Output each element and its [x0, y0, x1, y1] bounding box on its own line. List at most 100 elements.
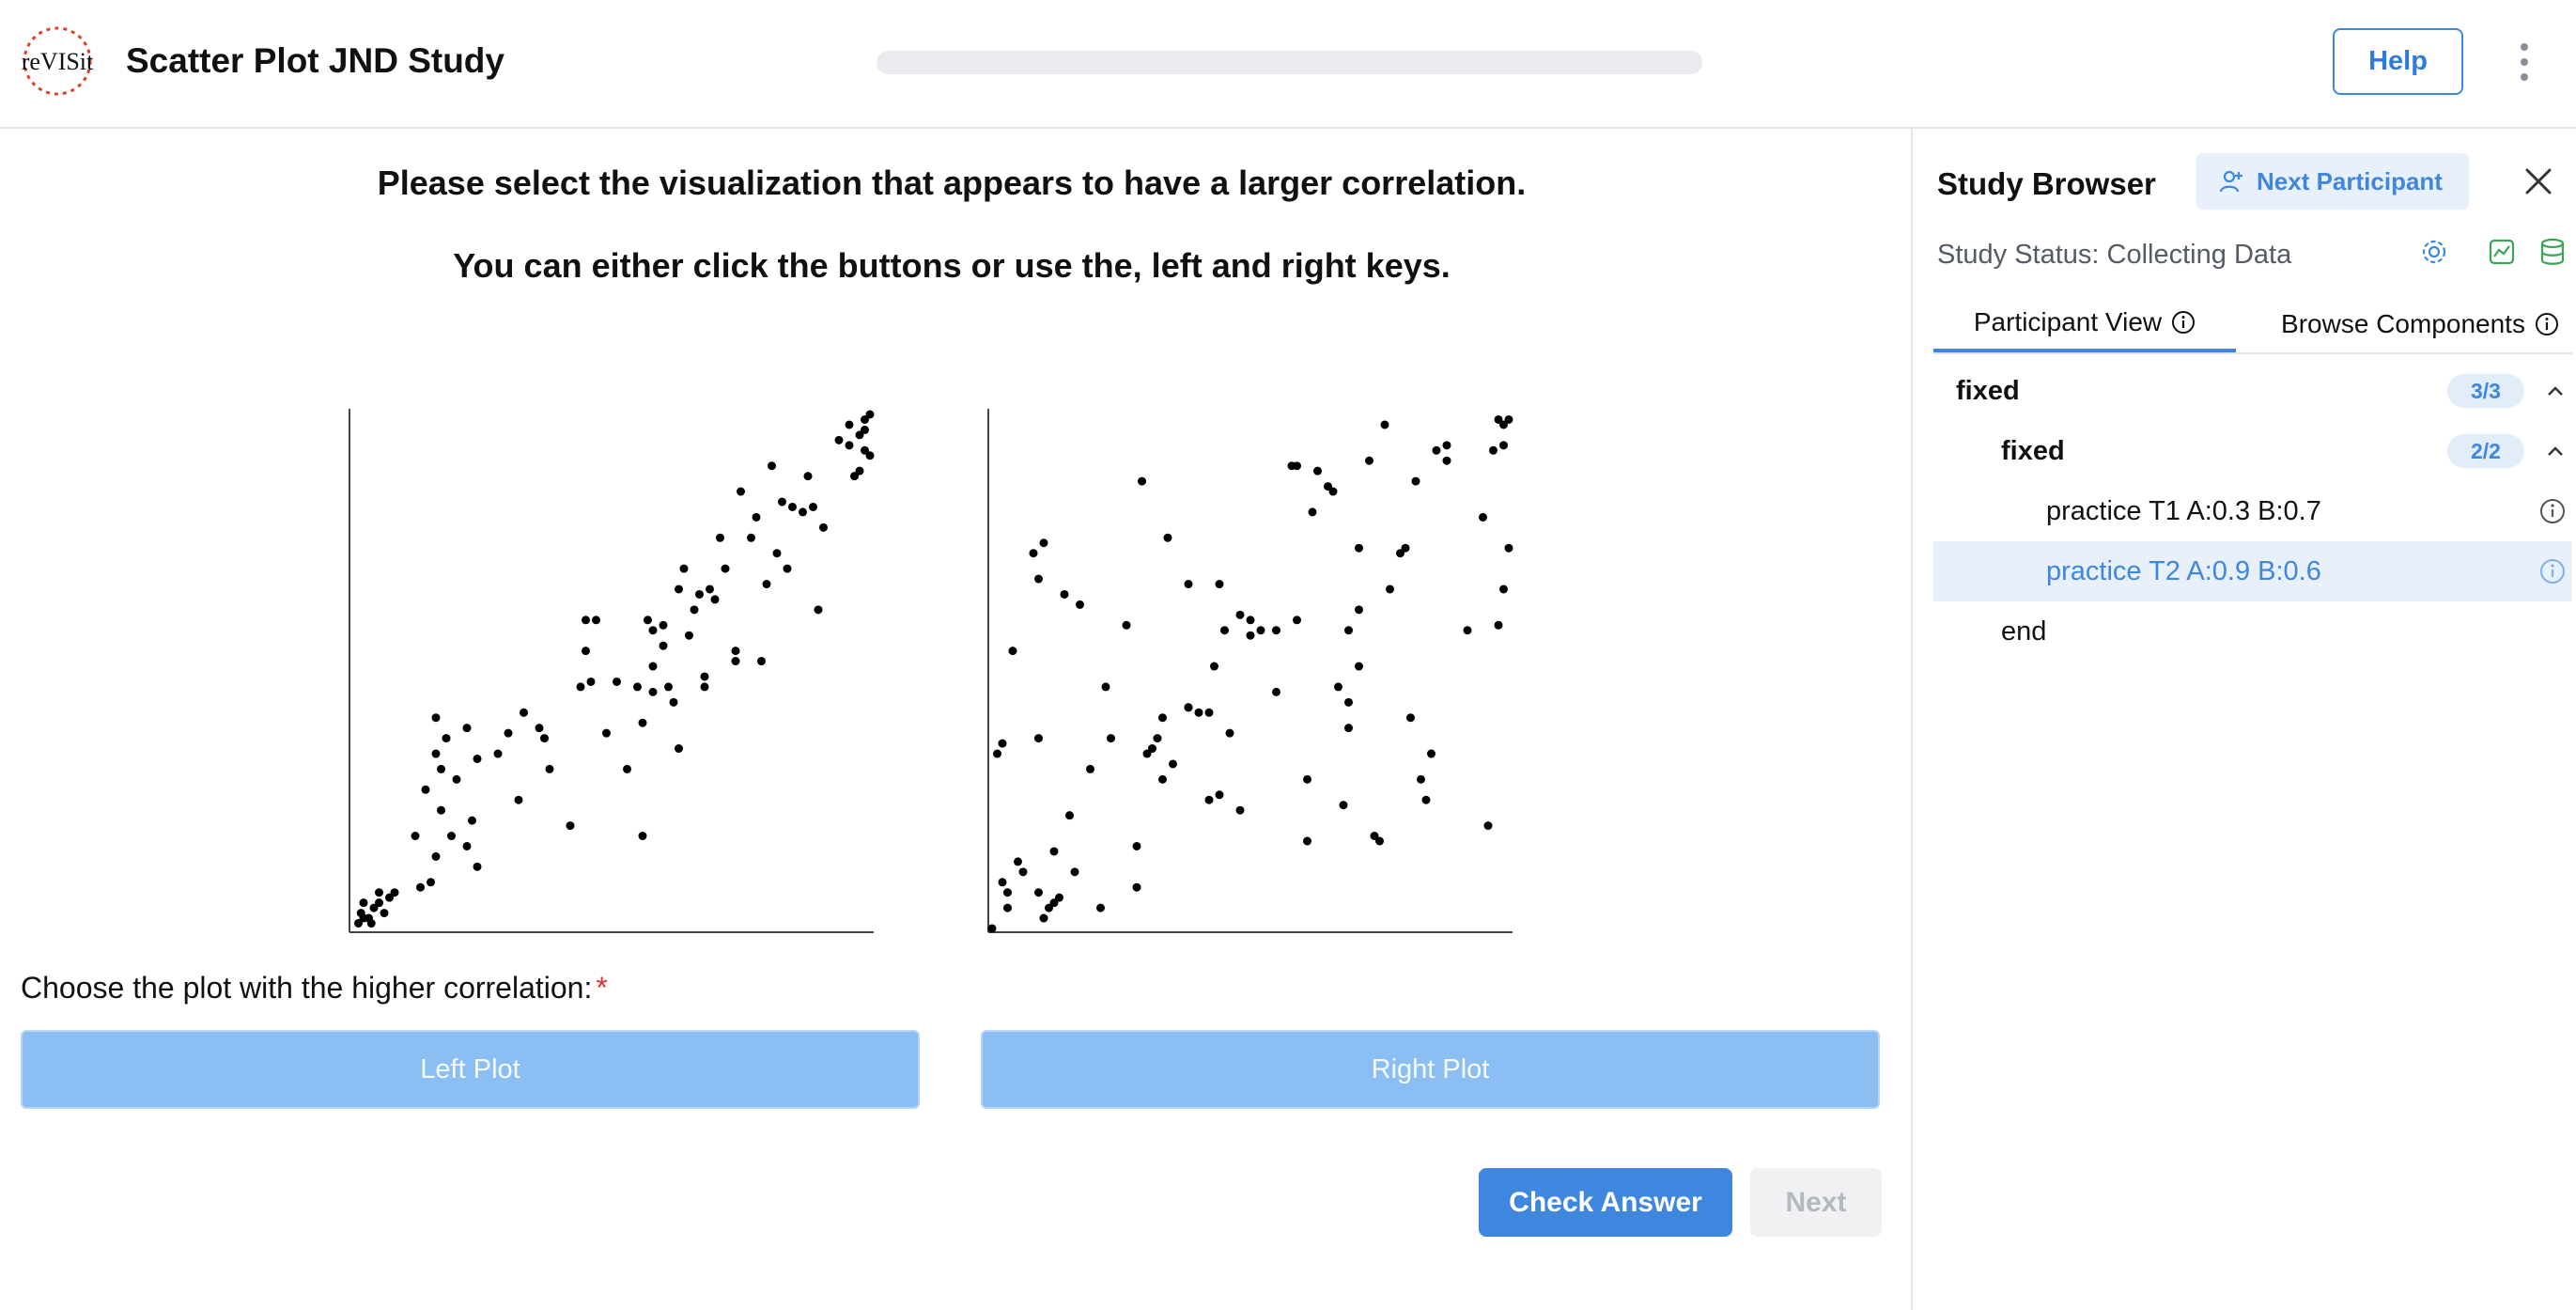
scatter-point: [1293, 461, 1301, 471]
scatter-point: [1401, 543, 1410, 553]
scatter-point: [679, 564, 689, 573]
scatter-point: [1235, 610, 1245, 619]
study-status-text: Study Status: Collecting Data: [1937, 240, 2292, 270]
tree-end-label: end: [2001, 616, 2047, 647]
scatter-point: [1184, 703, 1193, 712]
scatter-point: [1499, 441, 1508, 450]
next-button[interactable]: Next: [1750, 1168, 1882, 1237]
scatter-point: [623, 764, 631, 773]
scatter-point: [987, 924, 997, 933]
scatter-point: [1355, 605, 1363, 615]
scatter-point: [462, 724, 472, 733]
tree-item-practice-t2[interactable]: practice T2 A:0.9 B:0.6: [1933, 541, 2572, 601]
check-answer-button[interactable]: Check Answer: [1479, 1168, 1732, 1237]
right-plot-button[interactable]: Right Plot: [981, 1030, 1880, 1109]
scatter-point: [762, 580, 771, 589]
scatter-point: [1029, 549, 1038, 558]
scatter-point: [675, 585, 683, 594]
scatter-point: [462, 841, 472, 850]
tree-group-fixed[interactable]: fixed 3/3: [1933, 361, 2572, 421]
scatter-point: [1355, 662, 1363, 671]
scatter-point: [1483, 821, 1493, 831]
scatter-point: [582, 616, 590, 625]
scatter-point: [1344, 724, 1353, 733]
scatter-point: [1272, 687, 1280, 696]
next-participant-button[interactable]: Next Participant: [2196, 153, 2469, 210]
scatter-point: [819, 522, 828, 532]
scatter-point: [442, 734, 451, 743]
progress-badge: 3/3: [2447, 374, 2524, 408]
scatter-point: [1344, 697, 1353, 707]
info-icon[interactable]: [2538, 497, 2567, 525]
scatter-point: [659, 620, 668, 630]
scatter-point: [416, 882, 425, 892]
scatter-point: [861, 425, 869, 434]
scatter-point: [390, 888, 399, 897]
scatter-point: [998, 739, 1007, 748]
scatter-point: [1204, 795, 1214, 804]
scatter-point: [1039, 913, 1048, 923]
scatter-point: [1235, 805, 1245, 815]
scatter-point: [493, 749, 503, 758]
tab-participant-view[interactable]: Participant View: [1933, 296, 2236, 352]
scatter-point: [1034, 734, 1043, 743]
scatter-point: [803, 472, 813, 481]
tab-browse-components[interactable]: Browse Components: [2236, 296, 2576, 352]
scatter-point: [576, 682, 585, 692]
scatter-point: [535, 724, 544, 733]
scatter-point: [638, 718, 647, 727]
scatter-point: [1479, 512, 1487, 522]
scatter-point: [845, 441, 854, 450]
scatter-point: [1003, 903, 1012, 912]
scatter-point: [427, 878, 435, 887]
scatter-point: [1421, 795, 1431, 804]
scatter-point: [706, 585, 714, 594]
tree-group-label: fixed: [1956, 375, 2020, 406]
scatter-point: [1339, 801, 1348, 810]
database-icon[interactable]: [2537, 236, 2568, 268]
scatter-point: [1184, 580, 1193, 589]
scatter-point: [1417, 774, 1425, 784]
chart-icon[interactable]: [2486, 236, 2518, 268]
info-icon[interactable]: [2171, 310, 2196, 335]
info-icon[interactable]: [2535, 312, 2559, 336]
help-button[interactable]: Help: [2333, 28, 2463, 95]
scatter-point: [1463, 626, 1472, 635]
study-browser-title: Study Browser: [1937, 166, 2156, 201]
scatter-point: [1210, 662, 1218, 671]
scatter-point: [799, 507, 807, 517]
scatter-point: [1220, 626, 1229, 635]
tree-item-end[interactable]: end: [1933, 601, 2572, 662]
scatter-point: [1158, 713, 1167, 723]
scatter-point: [1365, 456, 1373, 465]
user-plus-icon: [2219, 170, 2242, 193]
scatter-point: [1008, 647, 1017, 656]
scatter-point: [1122, 620, 1131, 630]
chevron-up-icon[interactable]: [2542, 378, 2568, 404]
required-mark: *: [596, 971, 608, 1005]
settings-icon[interactable]: [2418, 236, 2450, 268]
tabs-divider: [1933, 352, 2572, 354]
scatter-point: [1148, 744, 1156, 754]
scatter-point: [1055, 893, 1063, 902]
chevron-up-icon[interactable]: [2542, 438, 2568, 464]
scatter-point: [710, 595, 720, 604]
scatter-point: [1003, 888, 1012, 897]
scatter-point: [638, 832, 647, 841]
scatter-point: [375, 888, 383, 897]
scatter-point: [695, 589, 704, 599]
scatter-point: [1101, 682, 1110, 692]
scatter-point: [421, 785, 430, 794]
scatter-point: [721, 564, 730, 573]
kebab-menu-icon[interactable]: [2508, 38, 2540, 86]
scatter-point: [855, 466, 864, 476]
info-icon[interactable]: [2538, 557, 2567, 585]
left-plot-button[interactable]: Left Plot: [21, 1030, 920, 1109]
scatter-point: [998, 878, 1007, 887]
scatter-point: [731, 647, 740, 656]
scatter-point: [437, 764, 445, 773]
tree-item-practice-t1[interactable]: practice T1 A:0.3 B:0.7: [1933, 481, 2572, 541]
scatter-point: [1107, 734, 1115, 743]
close-icon[interactable]: [2520, 163, 2557, 200]
tree-subgroup-fixed[interactable]: fixed 2/2: [1933, 421, 2572, 481]
